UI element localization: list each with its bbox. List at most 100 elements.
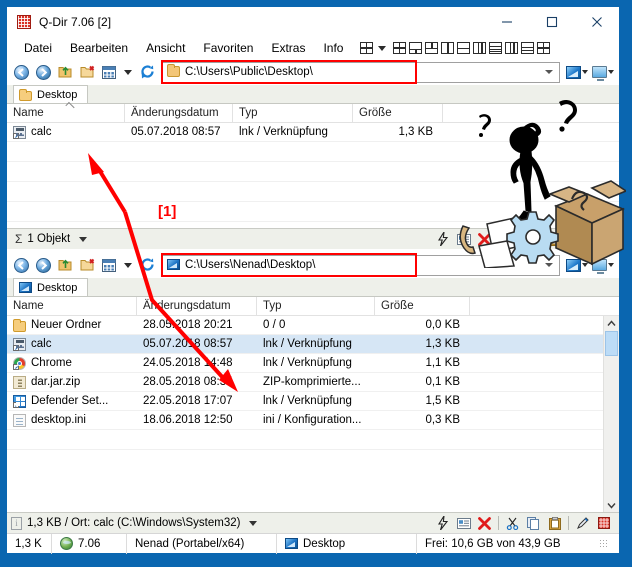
delete-icon[interactable] [477,516,492,531]
table-row[interactable]: calc 05.07.2018 08:57 lnk / Verknüpfung … [7,123,619,142]
menu-bearbeiten[interactable]: Bearbeiten [61,39,137,57]
layout-dropdown-caret-icon[interactable] [378,45,387,51]
views-button-top[interactable] [99,62,119,82]
file-name: desktop.ini [31,414,86,426]
table-row[interactable]: calc 05.07.2018 08:57 lnk / Verknüpfung … [7,335,603,354]
new-folder-button-bottom[interactable] [77,255,97,275]
table-row[interactable]: Neuer Ordner 28.05.2018 20:21 0 / 0 0,0 … [7,316,603,335]
scroll-thumb[interactable] [605,331,618,356]
column-type-top[interactable]: Typ [233,104,353,122]
layout-3-bottom-icon[interactable] [409,42,423,54]
refresh-button-bottom[interactable] [137,255,157,275]
layout-3-cols-alt-icon[interactable] [505,42,519,54]
grid-icon[interactable] [596,232,611,247]
resize-grip-icon[interactable] [599,539,608,548]
chrome-shortcut-icon [13,356,26,370]
forward-button-top[interactable] [33,62,53,82]
ini-file-icon [13,413,26,427]
column-date-bottom[interactable]: Änderungsdatum [137,297,257,315]
rename-icon[interactable] [456,516,471,531]
edit-icon[interactable] [575,232,590,247]
column-name-top[interactable]: Name [7,101,125,122]
views-caret-icon-top[interactable] [124,69,132,75]
views-button-bottom[interactable] [99,255,119,275]
edit-icon[interactable] [575,516,590,531]
layout-quad-alt-icon[interactable] [537,42,551,54]
layout-3-columns-icon[interactable] [473,42,487,54]
new-folder-button-top[interactable] [77,62,97,82]
calc-shortcut-icon [13,125,26,139]
menu-ansicht[interactable]: Ansicht [137,39,194,57]
rename-icon[interactable] [456,232,471,247]
up-folder-button-top[interactable] [55,62,75,82]
lightning-icon[interactable] [435,232,450,247]
cell-type: lnk / Verknüpfung [263,357,352,369]
column-date-top[interactable]: Änderungsdatum [125,104,233,122]
vertical-scrollbar-bottom[interactable] [603,316,619,512]
column-label: Größe [359,107,392,119]
layout-quad-icon[interactable] [360,42,374,54]
toolbar-divider [568,516,569,530]
cell-name: desktop.ini [7,413,137,427]
paste-icon[interactable] [547,232,562,247]
column-type-bottom[interactable]: Typ [257,297,375,315]
minimize-button[interactable] [484,7,529,37]
status-tools-top [435,232,615,247]
layout-buttons [360,42,551,54]
table-row[interactable]: desktop.ini 18.06.2018 12:50 ini / Konfi… [7,411,603,430]
layout-quad-2-icon[interactable] [393,42,407,54]
paste-icon[interactable] [547,516,562,531]
layout-2-vertical-icon[interactable] [441,42,455,54]
monitor-2-button-top[interactable] [591,66,615,81]
grid-icon[interactable] [596,516,611,531]
maximize-button[interactable] [529,7,574,37]
menu-extras[interactable]: Extras [262,39,314,57]
cut-icon[interactable] [505,516,520,531]
status-dropdown-caret-bottom[interactable] [249,520,258,526]
cell-name: dar.jar.zip [7,375,137,389]
address-dropdown-caret-top[interactable] [545,70,553,74]
address-field-bottom[interactable]: C:\Users\Nenad\Desktop\ [161,252,560,277]
table-row[interactable]: Chrome 24.05.2018 14:48 lnk / Verknüpfun… [7,354,603,373]
views-caret-icon-bottom[interactable] [124,262,132,268]
copy-icon[interactable] [526,232,541,247]
layout-2-horizontal-icon[interactable] [457,42,471,54]
table-row[interactable]: dar.jar.zip 28.05.2018 08:35 ZIP-komprim… [7,373,603,392]
layout-3-top-icon[interactable] [425,42,439,54]
menu-favoriten[interactable]: Favoriten [194,39,262,57]
scroll-up-button[interactable] [604,316,619,330]
folder-icon [19,88,32,101]
layout-1-pane-icon[interactable] [489,42,503,54]
up-folder-button-bottom[interactable] [55,255,75,275]
back-button-top[interactable] [11,62,31,82]
monitor-1-button-bottom[interactable] [565,258,589,272]
status-free-space: Frei: 10,6 GB von 43,9 GB [417,534,619,554]
tab-desktop-top[interactable]: Desktop [13,85,89,103]
cut-icon[interactable] [505,232,520,247]
copy-icon[interactable] [526,516,541,531]
status-version[interactable]: 7.06 [52,533,127,554]
column-label: Änderungsdatum [131,107,219,119]
address-dropdown-caret-bottom[interactable] [545,263,553,267]
tab-desktop-bottom[interactable]: Desktop [13,278,89,296]
status-dropdown-caret-top[interactable] [79,236,88,242]
monitor-2-button-bottom[interactable] [591,259,615,274]
menu-info[interactable]: Info [314,39,352,57]
layout-rows-icon[interactable] [521,42,535,54]
cell-name: Chrome [7,356,137,370]
forward-button-bottom[interactable] [33,255,53,275]
lightning-icon[interactable] [435,516,450,531]
sort-ascending-icon [64,101,75,112]
column-size-bottom[interactable]: Größe [375,297,470,315]
scroll-down-button[interactable] [604,498,619,512]
menu-datei[interactable]: Datei [15,39,61,57]
delete-icon[interactable] [477,232,492,247]
address-field-top[interactable]: C:\Users\Public\Desktop\ [161,59,560,84]
monitor-1-button-top[interactable] [565,65,589,79]
column-name-bottom[interactable]: Name [7,297,137,315]
refresh-button-top[interactable] [137,62,157,82]
table-row[interactable]: Defender Set... 22.05.2018 17:07 lnk / V… [7,392,603,411]
column-size-top[interactable]: Größe [353,104,443,122]
close-button[interactable] [574,7,619,37]
back-button-bottom[interactable] [11,255,31,275]
